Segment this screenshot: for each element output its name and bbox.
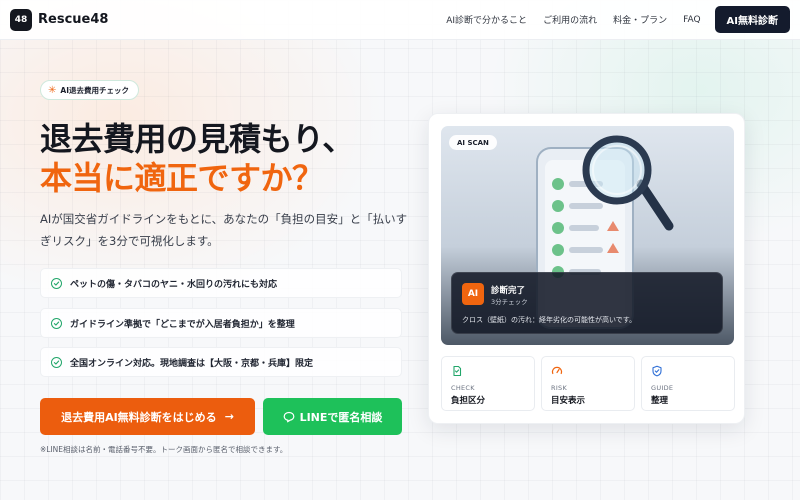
stat-value: 目安表示 bbox=[551, 396, 586, 406]
stat-caption: GUIDE bbox=[651, 384, 674, 392]
header-cta-button[interactable]: AI無料診断 bbox=[714, 6, 790, 33]
hero-badge-label: AI退去費用チェック bbox=[60, 85, 129, 95]
logo-badge[interactable]: 48 bbox=[10, 8, 32, 31]
line-consult-label: LINEで匿名相談 bbox=[299, 410, 383, 424]
feature-text: ガイドライン準拠で「どこまでが入居者負担か」を整理 bbox=[70, 319, 295, 330]
feature-text: ペットの傷・タバコのヤニ・水回りの汚れにも対応 bbox=[70, 279, 278, 290]
hero-badge: ✳ AI退去費用チェック bbox=[40, 80, 139, 100]
stat-caption: RISK bbox=[551, 384, 568, 392]
scan-card: AI SCAN AI 診断完了 3分チェック クロス（壁紙）の汚れ：経年劣化の可… bbox=[428, 113, 745, 424]
shield-check-icon bbox=[652, 365, 662, 377]
document-icon bbox=[453, 365, 462, 377]
headline-line-2: 本当に適正ですか？ bbox=[40, 159, 324, 197]
hero-lead: AIが国交省ガイドラインをもとに、あなたの「負担の目安」と「払いすぎリスク」を3… bbox=[40, 212, 408, 248]
stat-card-check: CHECK 負担区分 bbox=[441, 356, 535, 411]
result-message: クロス（壁紙）の汚れ：経年劣化の可能性が高いです。 bbox=[462, 316, 637, 324]
line-note: ※LINE相談は名前・電話番号不要。トーク画面から匿名で相談できます。 bbox=[40, 445, 288, 454]
check-circle-icon bbox=[51, 317, 62, 329]
feature-item: ガイドライン準拠で「どこまでが入居者負担か」を整理 bbox=[40, 308, 402, 338]
arrow-right-icon: → bbox=[224, 410, 234, 423]
nav-link-flow[interactable]: ご利用の流れ bbox=[543, 13, 597, 26]
result-title: 診断完了 bbox=[491, 286, 526, 296]
ai-scan-chip: AI SCAN bbox=[449, 135, 497, 150]
feature-item: ペットの傷・タバコのヤニ・水回りの汚れにも対応 bbox=[40, 268, 402, 298]
stat-card-guide: GUIDE 整理 bbox=[641, 356, 735, 411]
stat-card-risk: RISK 目安表示 bbox=[541, 356, 635, 411]
start-diagnosis-label: 退去費用AI無料診断をはじめる bbox=[61, 410, 217, 424]
start-diagnosis-button[interactable]: 退去費用AI無料診断をはじめる → bbox=[40, 398, 255, 435]
gauge-icon bbox=[551, 366, 563, 375]
stat-value: 整理 bbox=[651, 396, 669, 406]
ai-icon: AI bbox=[462, 283, 484, 305]
check-circle-icon bbox=[51, 277, 62, 289]
result-panel: AI 診断完了 3分チェック クロス（壁紙）の汚れ：経年劣化の可能性が高いです。 bbox=[451, 272, 723, 334]
chat-bubble-icon bbox=[283, 411, 294, 422]
stat-value: 負担区分 bbox=[451, 396, 486, 406]
brand-name[interactable]: Rescue48 bbox=[38, 12, 108, 27]
site-header: 48 Rescue48 AI診断で分かること ご利用の流れ 料金・プラン FAQ… bbox=[0, 0, 800, 40]
scan-illustration: AI SCAN AI 診断完了 3分チェック クロス（壁紙）の汚れ：経年劣化の可… bbox=[441, 126, 734, 345]
sparkle-icon: ✳ bbox=[48, 84, 57, 96]
stat-caption: CHECK bbox=[451, 384, 475, 392]
main-nav: AI診断で分かること ご利用の流れ 料金・プラン FAQ bbox=[446, 13, 700, 27]
nav-link-faq[interactable]: FAQ bbox=[683, 15, 700, 25]
nav-link-pricing[interactable]: 料金・プラン bbox=[613, 13, 667, 26]
result-subtitle: 3分チェック bbox=[491, 298, 528, 306]
feature-text: 全国オンライン対応。現地調査は【大阪・京都・兵庫】限定 bbox=[70, 358, 314, 369]
nav-link-ai-diagnosis[interactable]: AI診断で分かること bbox=[446, 13, 527, 26]
line-consult-button[interactable]: LINEで匿名相談 bbox=[263, 398, 402, 435]
feature-item: 全国オンライン対応。現地調査は【大阪・京都・兵庫】限定 bbox=[40, 347, 402, 377]
check-circle-icon bbox=[51, 356, 62, 368]
